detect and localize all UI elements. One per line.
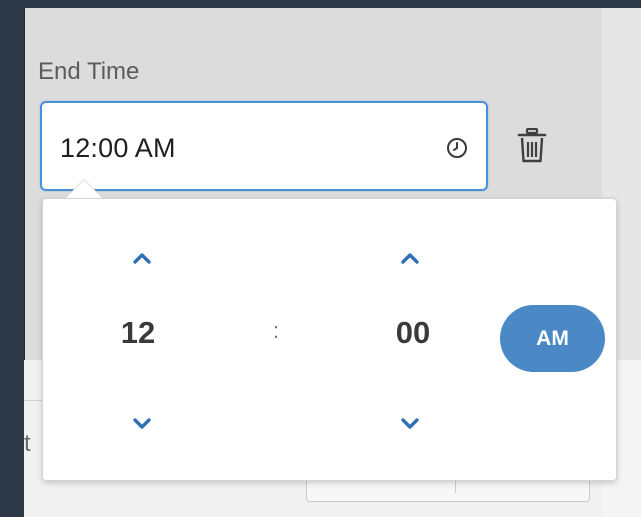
clock-icon[interactable] [446, 137, 468, 159]
end-time-input[interactable]: 12:00 AM [40, 101, 488, 191]
minute-up-chevron-icon[interactable] [390, 240, 430, 276]
partial-label: t [24, 430, 31, 457]
top-edge [24, 0, 641, 8]
am-pm-toggle-button[interactable]: AM [500, 305, 605, 372]
hour-down-chevron-icon[interactable] [122, 406, 162, 442]
popover-caret [66, 180, 102, 198]
end-time-label: End Time [38, 58, 140, 85]
minute-down-chevron-icon[interactable] [390, 406, 430, 442]
app-frame: t End Time 12:00 AM 12 : 00 AM [0, 0, 641, 517]
minute-value[interactable]: 00 [373, 315, 453, 351]
time-separator: : [272, 318, 280, 343]
end-time-value[interactable]: 12:00 AM [60, 133, 176, 164]
hour-up-chevron-icon[interactable] [122, 240, 162, 276]
hour-value[interactable]: 12 [98, 315, 178, 351]
trash-icon[interactable] [516, 128, 548, 164]
